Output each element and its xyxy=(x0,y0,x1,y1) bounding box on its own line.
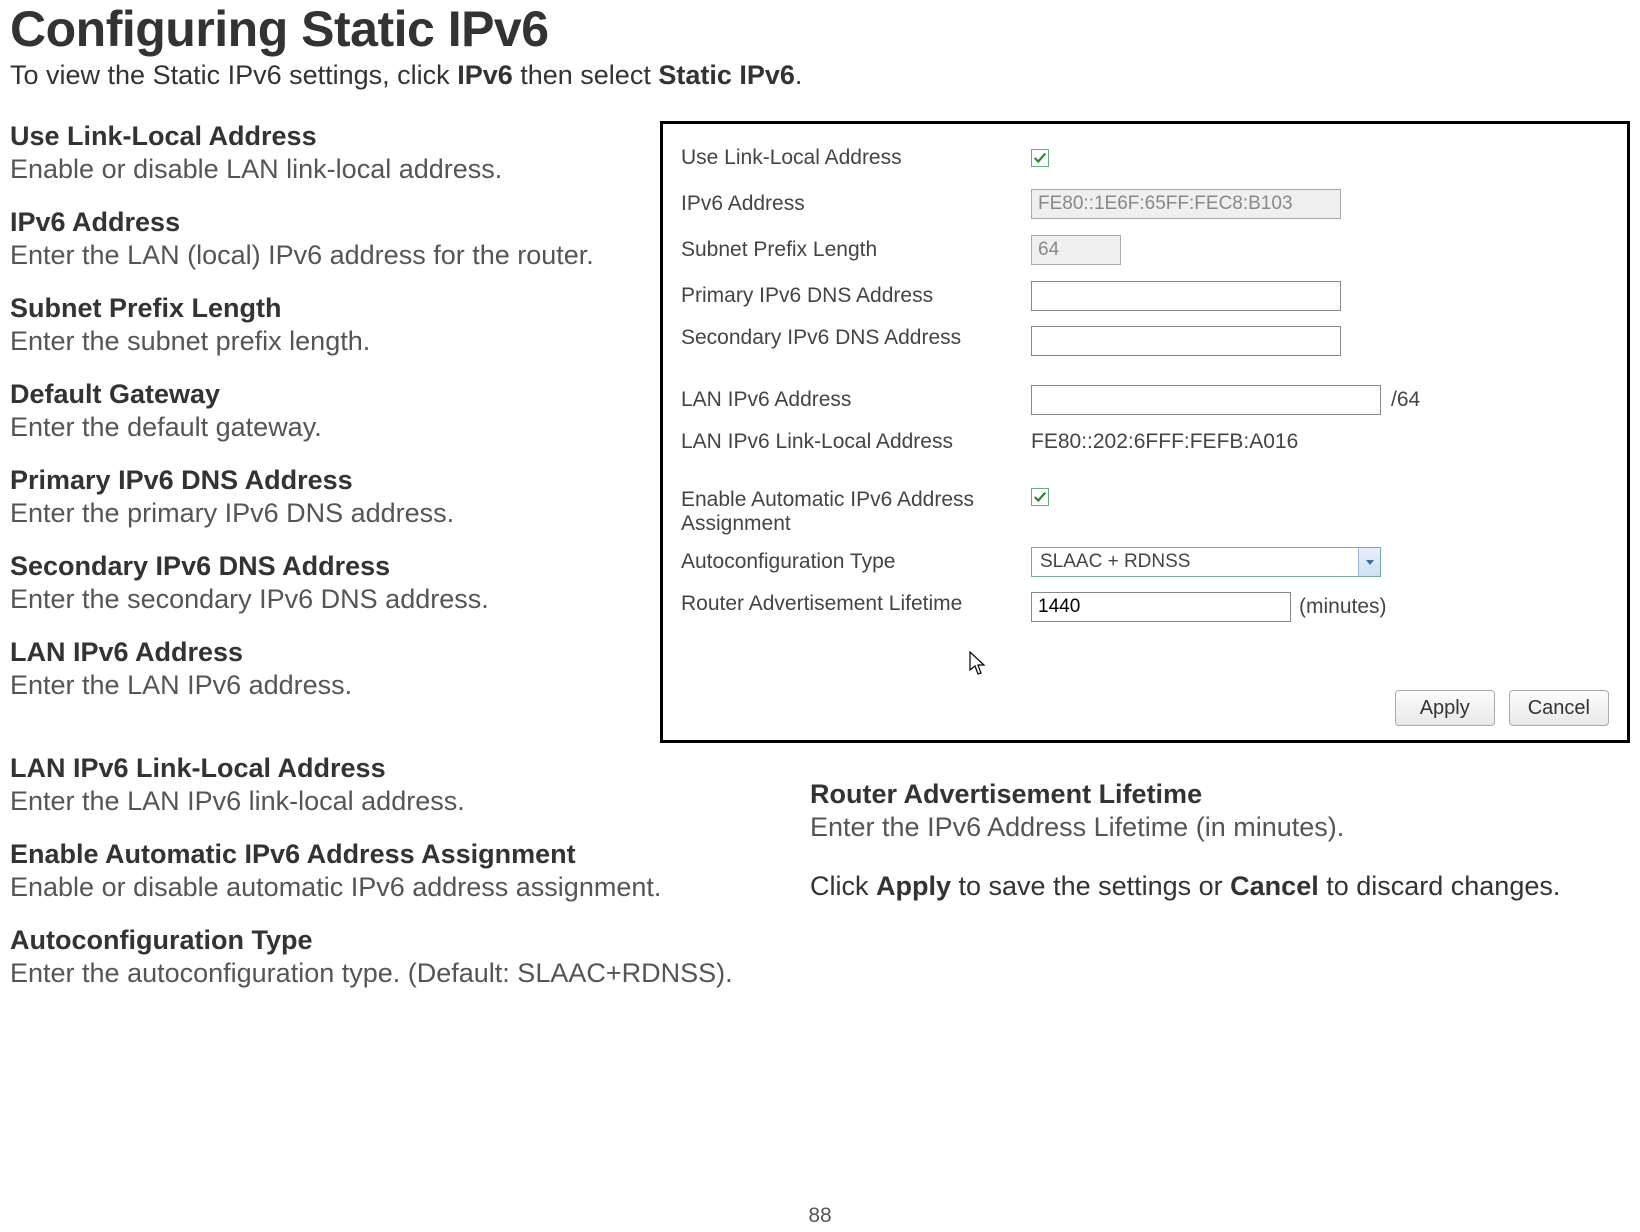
def-title: Secondary IPv6 DNS Address xyxy=(10,551,640,582)
def-secondary-dns: Secondary IPv6 DNS Address Enter the sec… xyxy=(10,551,640,615)
ra-lifetime-units: (minutes) xyxy=(1299,595,1387,619)
subtitle-b1: IPv6 xyxy=(457,60,513,90)
check-icon xyxy=(1033,490,1047,504)
chevron-down-icon xyxy=(1365,557,1375,567)
label-use-link-local: Use Link-Local Address xyxy=(681,146,1031,170)
def-default-gateway: Default Gateway Enter the default gatewa… xyxy=(10,379,640,443)
lan-ipv6-suffix: /64 xyxy=(1391,388,1420,412)
select-autoconfig-value: SLAAC + RDNSS xyxy=(1040,551,1190,573)
def-title: Autoconfiguration Type xyxy=(10,925,770,956)
label-enable-auto: Enable Automatic IPv6 Address Assignment xyxy=(681,488,1031,536)
dropdown-button[interactable] xyxy=(1358,548,1380,576)
def-body: Enter the autoconfiguration type. (Defau… xyxy=(10,958,770,989)
click-instruction: Click Apply to save the settings or Canc… xyxy=(810,871,1630,902)
label-secondary-dns: Secondary IPv6 DNS Address xyxy=(681,326,1031,350)
def-title: IPv6 Address xyxy=(10,207,640,238)
select-autoconfig[interactable]: SLAAC + RDNSS xyxy=(1031,547,1381,577)
click-b2: Cancel xyxy=(1230,871,1319,901)
label-primary-dns: Primary IPv6 DNS Address xyxy=(681,284,1031,308)
apply-button[interactable]: Apply xyxy=(1395,690,1495,726)
def-body: Enter the IPv6 Address Lifetime (in minu… xyxy=(810,812,1630,843)
def-subnet-prefix: Subnet Prefix Length Enter the subnet pr… xyxy=(10,293,640,357)
def-lan-ipv6: LAN IPv6 Address Enter the LAN IPv6 addr… xyxy=(10,637,640,701)
def-primary-dns: Primary IPv6 DNS Address Enter the prima… xyxy=(10,465,640,529)
def-ipv6-address: IPv6 Address Enter the LAN (local) IPv6 … xyxy=(10,207,640,271)
subtitle-mid: then select xyxy=(513,60,659,90)
input-secondary-dns[interactable] xyxy=(1031,326,1341,356)
def-body: Enter the primary IPv6 DNS address. xyxy=(10,498,640,529)
label-autoconfig: Autoconfiguration Type xyxy=(681,550,1031,574)
page-subtitle: To view the Static IPv6 settings, click … xyxy=(10,60,1630,91)
def-body: Enable or disable automatic IPv6 address… xyxy=(10,872,770,903)
input-lan-ipv6[interactable] xyxy=(1031,385,1381,415)
input-primary-dns[interactable] xyxy=(1031,281,1341,311)
click-mid: to save the settings or xyxy=(951,871,1230,901)
subtitle-post: . xyxy=(795,60,803,90)
def-title: Primary IPv6 DNS Address xyxy=(10,465,640,496)
def-title: LAN IPv6 Link-Local Address xyxy=(10,753,770,784)
def-title: Use Link-Local Address xyxy=(10,121,640,152)
cursor-area xyxy=(681,646,1609,686)
def-body: Enter the default gateway. xyxy=(10,412,640,443)
click-post: to discard changes. xyxy=(1319,871,1561,901)
page-title: Configuring Static IPv6 xyxy=(10,0,1630,58)
cursor-icon xyxy=(967,650,989,678)
def-body: Enter the LAN (local) IPv6 address for t… xyxy=(10,240,640,271)
def-use-link-local: Use Link-Local Address Enable or disable… xyxy=(10,121,640,185)
label-subnet-prefix: Subnet Prefix Length xyxy=(681,238,1031,262)
click-pre: Click xyxy=(810,871,876,901)
page-number: 88 xyxy=(808,1204,831,1228)
checkbox-enable-auto[interactable] xyxy=(1031,488,1049,506)
subtitle-pre: To view the Static IPv6 settings, click xyxy=(10,60,457,90)
def-lan-linklocal: LAN IPv6 Link-Local Address Enter the LA… xyxy=(10,753,770,817)
input-subnet-prefix[interactable] xyxy=(1031,235,1121,265)
def-title: LAN IPv6 Address xyxy=(10,637,640,668)
label-lan-linklocal: LAN IPv6 Link-Local Address xyxy=(681,430,1031,454)
label-ra-lifetime: Router Advertisement Lifetime xyxy=(681,592,1031,616)
input-ra-lifetime[interactable] xyxy=(1031,592,1291,622)
def-autoconfig: Autoconfiguration Type Enter the autocon… xyxy=(10,925,770,989)
subtitle-b2: Static IPv6 xyxy=(658,60,795,90)
def-title: Router Advertisement Lifetime xyxy=(810,779,1630,810)
def-title: Default Gateway xyxy=(10,379,640,410)
def-body: Enter the LAN IPv6 address. xyxy=(10,670,640,701)
def-title: Subnet Prefix Length xyxy=(10,293,640,324)
def-body: Enable or disable LAN link-local address… xyxy=(10,154,640,185)
def-body: Enter the subnet prefix length. xyxy=(10,326,640,357)
def-body: Enter the LAN IPv6 link-local address. xyxy=(10,786,770,817)
value-lan-linklocal: FE80::202:6FFF:FEFB:A016 xyxy=(1031,430,1298,454)
input-ipv6-address[interactable] xyxy=(1031,189,1341,219)
checkbox-use-link-local[interactable] xyxy=(1031,149,1049,167)
def-title: Enable Automatic IPv6 Address Assignment xyxy=(10,839,770,870)
label-lan-ipv6: LAN IPv6 Address xyxy=(681,388,1031,412)
label-ipv6-address: IPv6 Address xyxy=(681,192,1031,216)
cancel-button[interactable]: Cancel xyxy=(1509,690,1609,726)
def-enable-auto: Enable Automatic IPv6 Address Assignment… xyxy=(10,839,770,903)
def-body: Enter the secondary IPv6 DNS address. xyxy=(10,584,640,615)
settings-panel: Use Link-Local Address IPv6 Address Subn… xyxy=(660,121,1630,743)
check-icon xyxy=(1033,151,1047,165)
click-b1: Apply xyxy=(876,871,951,901)
def-ra-lifetime: Router Advertisement Lifetime Enter the … xyxy=(810,779,1630,843)
